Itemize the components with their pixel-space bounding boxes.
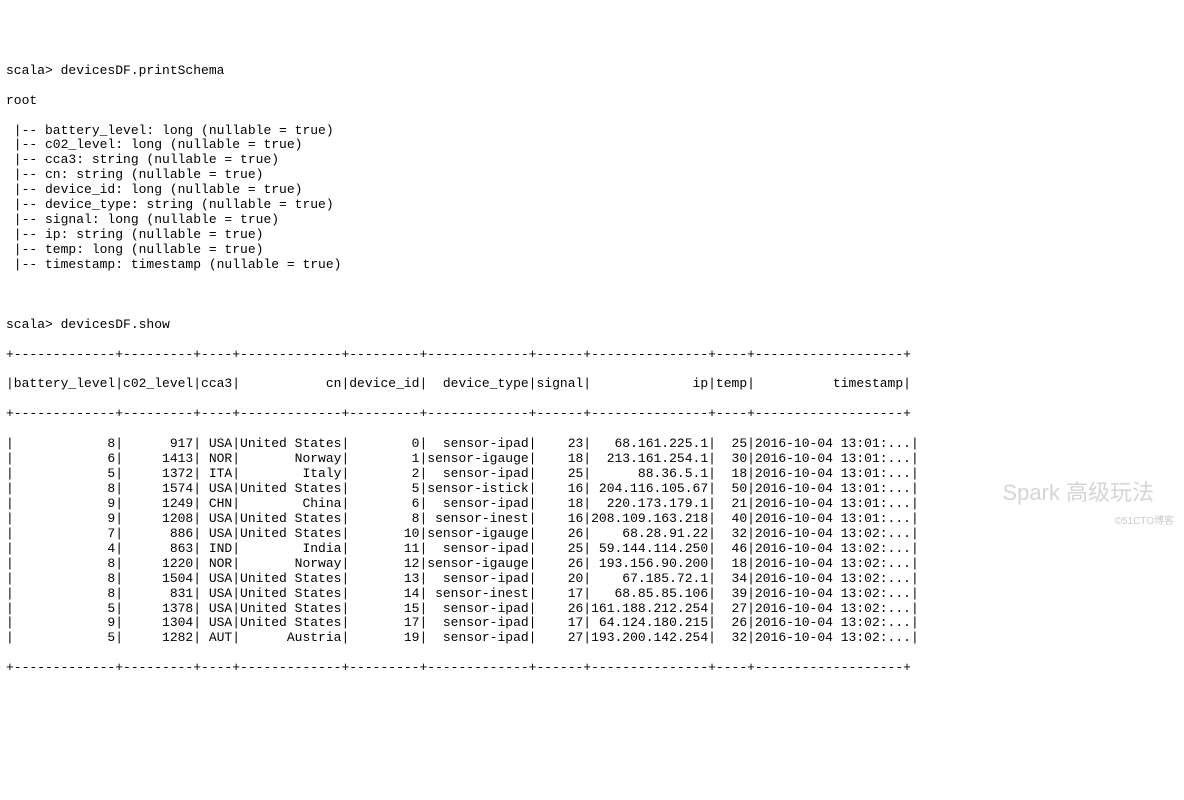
table-row: | 8| 1574| USA|United States| 5|sensor-i…	[6, 482, 1178, 497]
table-row: | 5| 1378| USA|United States| 15| sensor…	[6, 602, 1178, 617]
table-row: | 5| 1282| AUT| Austria| 19| sensor-ipad…	[6, 631, 1178, 646]
schema-field: |-- cca3: string (nullable = true)	[6, 153, 1178, 168]
table-row: | 8| 1504| USA|United States| 13| sensor…	[6, 572, 1178, 587]
table-row: | 8| 917| USA|United States| 0| sensor-i…	[6, 437, 1178, 452]
table-row: | 4| 863| IND| India| 11| sensor-ipad| 2…	[6, 542, 1178, 557]
prompt: scala>	[6, 317, 61, 332]
table-sep-mid: +-------------+---------+----+----------…	[6, 407, 1178, 422]
command-2: devicesDF.show	[61, 317, 170, 332]
blank-line	[6, 288, 1178, 303]
table-row: | 6| 1413| NOR| Norway| 1|sensor-igauge|…	[6, 452, 1178, 467]
schema-field: |-- ip: string (nullable = true)	[6, 228, 1178, 243]
schema-root: root	[6, 94, 1178, 109]
table-row: | 7| 886| USA|United States| 10|sensor-i…	[6, 527, 1178, 542]
table-row: | 9| 1249| CHN| China| 6| sensor-ipad| 1…	[6, 497, 1178, 512]
table-row: | 5| 1372| ITA| Italy| 2| sensor-ipad| 2…	[6, 467, 1178, 482]
schema-field: |-- timestamp: timestamp (nullable = tru…	[6, 258, 1178, 273]
schema-field: |-- cn: string (nullable = true)	[6, 168, 1178, 183]
table-row: | 8| 1220| NOR| Norway| 12|sensor-igauge…	[6, 557, 1178, 572]
table-header: |battery_level|c02_level|cca3| cn|device…	[6, 377, 1178, 392]
table-row: | 9| 1304| USA|United States| 17| sensor…	[6, 616, 1178, 631]
schema-field: |-- device_id: long (nullable = true)	[6, 183, 1178, 198]
repl-line-2: scala> devicesDF.show	[6, 318, 1178, 333]
schema-field: |-- signal: long (nullable = true)	[6, 213, 1178, 228]
schema-field: |-- c02_level: long (nullable = true)	[6, 138, 1178, 153]
repl-line-1: scala> devicesDF.printSchema	[6, 64, 1178, 79]
command-1: devicesDF.printSchema	[61, 63, 225, 78]
schema-output: |-- battery_level: long (nullable = true…	[6, 124, 1178, 273]
table-sep-bottom: +-------------+---------+----+----------…	[6, 661, 1178, 676]
table-rows: | 8| 917| USA|United States| 0| sensor-i…	[6, 437, 1178, 646]
table-row: | 8| 831| USA|United States| 14| sensor-…	[6, 587, 1178, 602]
schema-field: |-- battery_level: long (nullable = true…	[6, 124, 1178, 139]
table-sep-top: +-------------+---------+----+----------…	[6, 348, 1178, 363]
schema-field: |-- temp: long (nullable = true)	[6, 243, 1178, 258]
table-row: | 9| 1208| USA|United States| 8| sensor-…	[6, 512, 1178, 527]
schema-field: |-- device_type: string (nullable = true…	[6, 198, 1178, 213]
prompt: scala>	[6, 63, 61, 78]
